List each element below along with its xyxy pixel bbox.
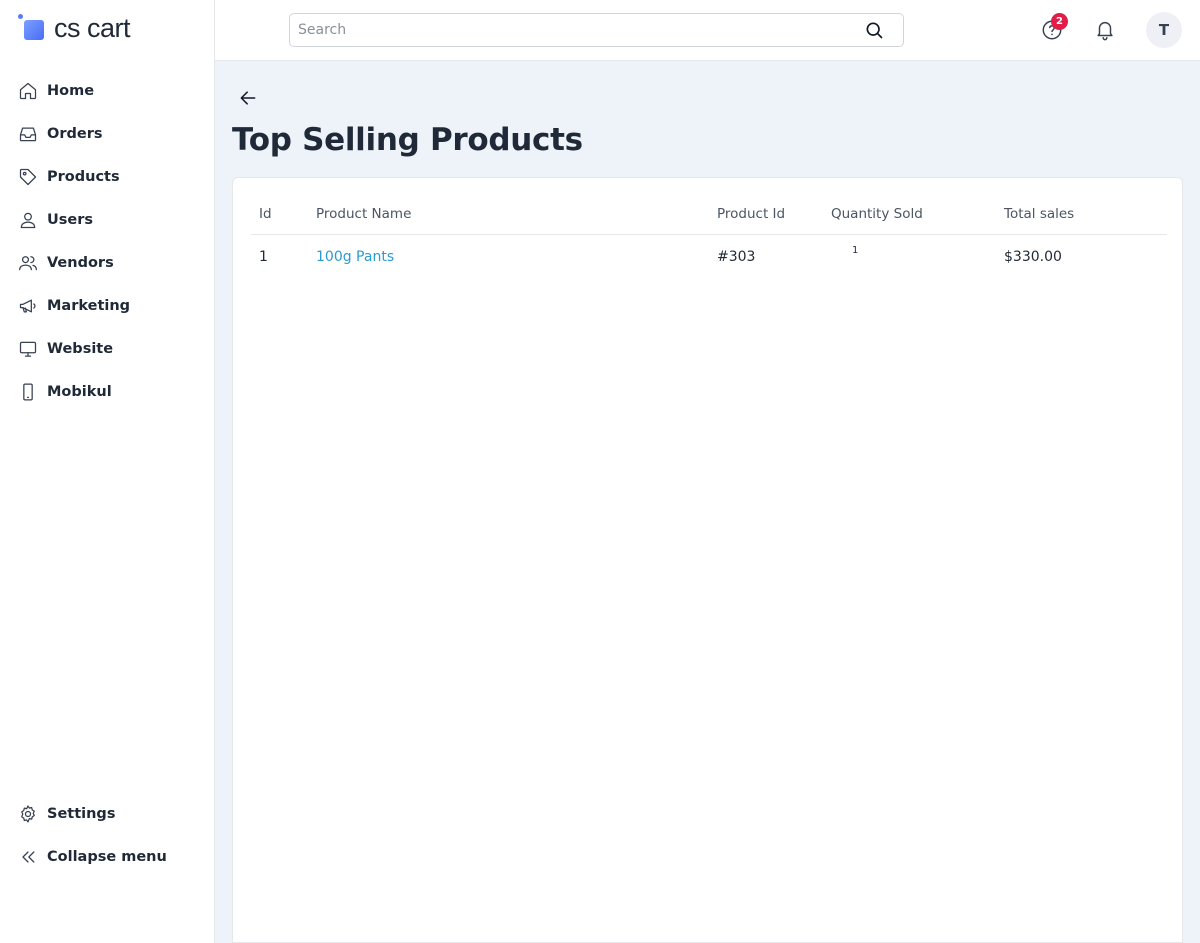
cell-quantity-sold: 1 (852, 245, 859, 256)
sidebar-item-label: Website (47, 340, 114, 357)
sidebar-item-label: Home (47, 82, 95, 99)
sidebar-item-label: Users (47, 211, 94, 228)
sidebar-item-label: Orders (47, 125, 103, 142)
tag-icon (18, 167, 38, 187)
column-header-quantity-sold[interactable]: Quantity Sold (831, 206, 923, 222)
sidebar-item-marketing[interactable]: Marketing (0, 284, 214, 327)
sidebar-item-mobikul[interactable]: Mobikul (0, 370, 214, 413)
sidebar-item-label: Settings (47, 805, 116, 822)
sidebar-item-website[interactable]: Website (0, 327, 214, 370)
page-title: Top Selling Products (232, 122, 583, 158)
products-table-card: Id Product Name Product Id Quantity Sold… (232, 177, 1183, 943)
users-icon (18, 253, 38, 273)
product-name-link[interactable]: 100g Pants (316, 249, 394, 265)
brand-name: cs cart (54, 12, 131, 43)
sidebar-item-label: Marketing (47, 297, 131, 314)
search-input[interactable] (290, 14, 863, 46)
sidebar-item-products[interactable]: Products (0, 155, 214, 198)
cell-total-sales: $330.00 (1004, 249, 1062, 265)
search-box (289, 13, 904, 47)
cell-product-id: #303 (717, 249, 756, 265)
chevrons-left-icon (18, 847, 38, 867)
sidebar-item-label: Mobikul (47, 383, 112, 400)
home-icon (18, 81, 38, 101)
brand-logo[interactable]: cs cart (18, 12, 131, 44)
logo-mark-icon (18, 14, 46, 42)
table-row: 1 100g Pants #303 1 $330.00 (251, 235, 1167, 281)
main-nav: Home Orders Products Users Vendors Marke… (0, 69, 214, 413)
bell-icon[interactable] (1094, 18, 1116, 42)
notification-badge: 2 (1051, 13, 1068, 30)
table-header: Id Product Name Product Id Quantity Sold… (251, 198, 1167, 235)
back-arrow-icon[interactable] (238, 88, 260, 110)
smartphone-icon (18, 382, 38, 402)
sidebar-item-label: Vendors (47, 254, 114, 271)
monitor-icon (18, 339, 38, 359)
column-header-product-name[interactable]: Product Name (316, 206, 411, 222)
sidebar-item-orders[interactable]: Orders (0, 112, 214, 155)
sidebar-item-label: Products (47, 168, 120, 185)
column-header-product-id[interactable]: Product Id (717, 206, 785, 222)
sidebar: cs cart Home Orders Products Users Vendo… (0, 0, 215, 943)
sidebar-item-home[interactable]: Home (0, 69, 214, 112)
sidebar-item-label: Collapse menu (47, 848, 167, 865)
collapse-menu-button[interactable]: Collapse menu (0, 835, 214, 878)
top-header: 2 T (215, 0, 1200, 61)
sidebar-bottom-nav: Settings Collapse menu (0, 792, 214, 878)
sidebar-item-settings[interactable]: Settings (0, 792, 214, 835)
megaphone-icon (18, 296, 38, 316)
gear-icon (18, 804, 38, 824)
cell-id: 1 (259, 249, 268, 265)
user-icon (18, 210, 38, 230)
column-header-total-sales[interactable]: Total sales (1004, 206, 1074, 222)
column-header-id[interactable]: Id (259, 206, 272, 222)
sidebar-item-users[interactable]: Users (0, 198, 214, 241)
search-icon[interactable] (863, 19, 885, 41)
inbox-icon (18, 124, 38, 144)
avatar[interactable]: T (1146, 12, 1182, 48)
sidebar-item-vendors[interactable]: Vendors (0, 241, 214, 284)
